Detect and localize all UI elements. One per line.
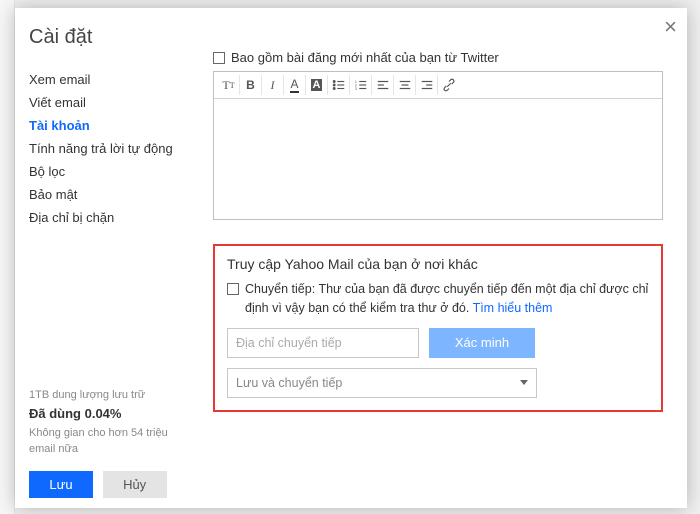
forwarding-mode-select[interactable]: Lưu và chuyển tiếp: [227, 368, 537, 398]
save-button[interactable]: Lưu: [29, 471, 93, 498]
chevron-down-icon: [520, 380, 528, 385]
settings-nav: Xem email Viết email Tài khoản Tính năng…: [29, 68, 189, 229]
forwarding-desc: Chuyển tiếp: Thư của bạn đã được chuyển …: [245, 280, 649, 318]
svg-text:3: 3: [354, 87, 356, 91]
text-color-icon[interactable]: A: [284, 75, 306, 95]
storage-capacity: 1TB dung lượng lưu trữ: [29, 388, 191, 404]
forwarding-address-input[interactable]: [227, 328, 419, 358]
nav-security[interactable]: Bảo mật: [29, 183, 189, 206]
link-icon[interactable]: [438, 75, 460, 95]
number-list-icon[interactable]: 123: [350, 75, 372, 95]
verify-button[interactable]: Xác minh: [429, 328, 535, 358]
cancel-button[interactable]: Hủy: [103, 471, 167, 498]
storage-info: 1TB dung lượng lưu trữ Đã dùng 0.04% Khô…: [29, 388, 191, 458]
nav-autoresponder[interactable]: Tính năng trả lời tự động: [29, 137, 189, 160]
modal-footer: Lưu Hủy: [29, 471, 167, 498]
settings-content: Bao gồm bài đăng mới nhất của bạn từ Twi…: [203, 48, 673, 500]
select-value: Lưu và chuyển tiếp: [236, 376, 342, 390]
nav-blocked[interactable]: Địa chỉ bị chặn: [29, 206, 189, 229]
forwarding-title: Truy cập Yahoo Mail của bạn ở nơi khác: [227, 256, 649, 272]
twitter-checkbox-row[interactable]: Bao gồm bài đăng mới nhất của bạn từ Twi…: [213, 50, 673, 65]
learn-more-link[interactable]: Tìm hiểu thêm: [473, 301, 553, 315]
editor-body[interactable]: [214, 99, 662, 219]
modal-title: Cài đặt: [29, 26, 92, 49]
nav-filters[interactable]: Bộ lọc: [29, 160, 189, 183]
forwarding-checkbox-row[interactable]: Chuyển tiếp: Thư của bạn đã được chuyển …: [227, 280, 649, 318]
nav-view-email[interactable]: Xem email: [29, 68, 189, 91]
checkbox-icon[interactable]: [213, 52, 225, 64]
checkbox-icon[interactable]: [227, 283, 239, 295]
forwarding-section: Truy cập Yahoo Mail của bạn ở nơi khác C…: [213, 244, 663, 412]
signature-editor: TT B I A A 123: [213, 71, 663, 220]
align-left-icon[interactable]: [372, 75, 394, 95]
align-center-icon[interactable]: [394, 75, 416, 95]
close-icon[interactable]: ×: [664, 14, 677, 40]
nav-write-email[interactable]: Viết email: [29, 91, 189, 114]
font-size-icon[interactable]: TT: [218, 75, 240, 95]
highlight-icon[interactable]: A: [306, 75, 328, 95]
editor-toolbar: TT B I A A 123: [214, 72, 662, 99]
bold-icon[interactable]: B: [240, 75, 262, 95]
twitter-label: Bao gồm bài đăng mới nhất của bạn từ Twi…: [231, 50, 499, 65]
align-right-icon[interactable]: [416, 75, 438, 95]
bullet-list-icon[interactable]: [328, 75, 350, 95]
storage-note: Không gian cho hơn 54 triệu email nữa: [29, 426, 191, 458]
settings-modal: × Cài đặt Xem email Viết email Tài khoản…: [15, 8, 687, 508]
italic-icon[interactable]: I: [262, 75, 284, 95]
nav-account[interactable]: Tài khoản: [29, 114, 189, 137]
storage-used: Đã dùng 0.04%: [29, 405, 191, 424]
